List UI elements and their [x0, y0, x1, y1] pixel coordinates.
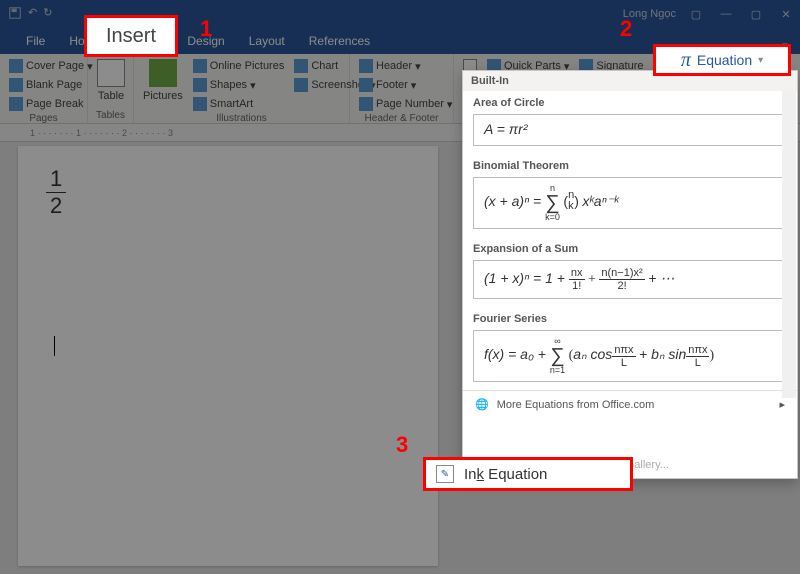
group-pages: Pages	[6, 113, 81, 124]
close-button[interactable]: ✕	[772, 2, 800, 26]
pictures-button[interactable]: Pictures	[140, 57, 186, 104]
gallery-section-expansion: Expansion of a Sum	[463, 237, 797, 257]
gallery-item-circle[interactable]: A = πr²	[473, 114, 787, 146]
text-cursor	[54, 336, 55, 356]
gallery-section-fourier: Fourier Series	[463, 307, 797, 327]
page-break-button[interactable]: Page Break	[6, 95, 96, 113]
save-icon[interactable]	[8, 6, 22, 23]
group-tables: Tables	[94, 110, 127, 121]
gallery-section-binomial: Binomial Theorem	[463, 154, 797, 174]
cover-page-button[interactable]: Cover Page ▾	[6, 57, 96, 75]
gallery-item-binomial[interactable]: (x + a)ⁿ = n∑k=0 (nk) xᵏaⁿ⁻ᵏ	[473, 177, 787, 229]
more-equations-link[interactable]: 🌐More Equations from Office.com▸	[463, 391, 797, 418]
web-icon: 🌐	[475, 398, 489, 411]
maximize-button[interactable]: ▢	[742, 2, 770, 26]
fraction-denominator: 2	[46, 193, 66, 219]
redo-icon[interactable]: ↻	[43, 6, 52, 23]
page[interactable]: 1 2	[18, 146, 438, 566]
group-illustrations: Illustrations	[140, 113, 343, 124]
blank-page-button[interactable]: Blank Page	[6, 76, 96, 94]
gallery-section-circle: Area of Circle	[463, 91, 797, 111]
gallery-item-expansion[interactable]: (1 + x)ⁿ = 1 + nx1! + n(n−1)x²2! + ⋯	[473, 260, 787, 299]
annotation-number-2: 2	[620, 16, 632, 42]
gallery-scrollbar[interactable]	[782, 89, 796, 398]
equation-fraction[interactable]: 1 2	[46, 166, 66, 219]
page-number-button[interactable]: Page Number ▾	[356, 95, 455, 113]
gallery-item-fourier[interactable]: f(x) = a₀ + ∞∑n=1 (aₙ cosnπxL + bₙ sinnπ…	[473, 330, 787, 382]
group-header-footer: Header & Footer	[356, 113, 447, 124]
ribbon-options-icon[interactable]: ▢	[682, 2, 710, 26]
pi-icon: π	[681, 49, 691, 72]
annotation-number-3: 3	[396, 432, 408, 458]
undo-icon[interactable]: ↶	[28, 6, 37, 23]
table-button[interactable]: Table	[94, 57, 128, 104]
highlight-insert-tab[interactable]: Insert	[84, 15, 178, 57]
tab-layout[interactable]: Layout	[237, 30, 297, 52]
online-pictures-button[interactable]: Online Pictures	[190, 57, 288, 75]
fraction-numerator: 1	[46, 166, 66, 193]
smartart-button[interactable]: SmartArt	[190, 95, 288, 113]
tab-references[interactable]: References	[297, 30, 382, 52]
shapes-button[interactable]: Shapes ▾	[190, 76, 288, 94]
ink-equation-icon: ✎	[436, 465, 454, 483]
highlight-equation-button[interactable]: πEquation▾	[653, 44, 791, 76]
minimize-button[interactable]: —	[712, 2, 740, 26]
header-button[interactable]: Header ▾	[356, 57, 455, 75]
highlight-ink-equation[interactable]: ✎Ink Equation	[423, 457, 633, 491]
annotation-number-1: 1	[200, 16, 212, 42]
equation-gallery: Built-In Area of Circle A = πr² Binomial…	[462, 70, 798, 479]
footer-button[interactable]: Footer ▾	[356, 76, 455, 94]
tab-file[interactable]: File	[14, 30, 57, 52]
